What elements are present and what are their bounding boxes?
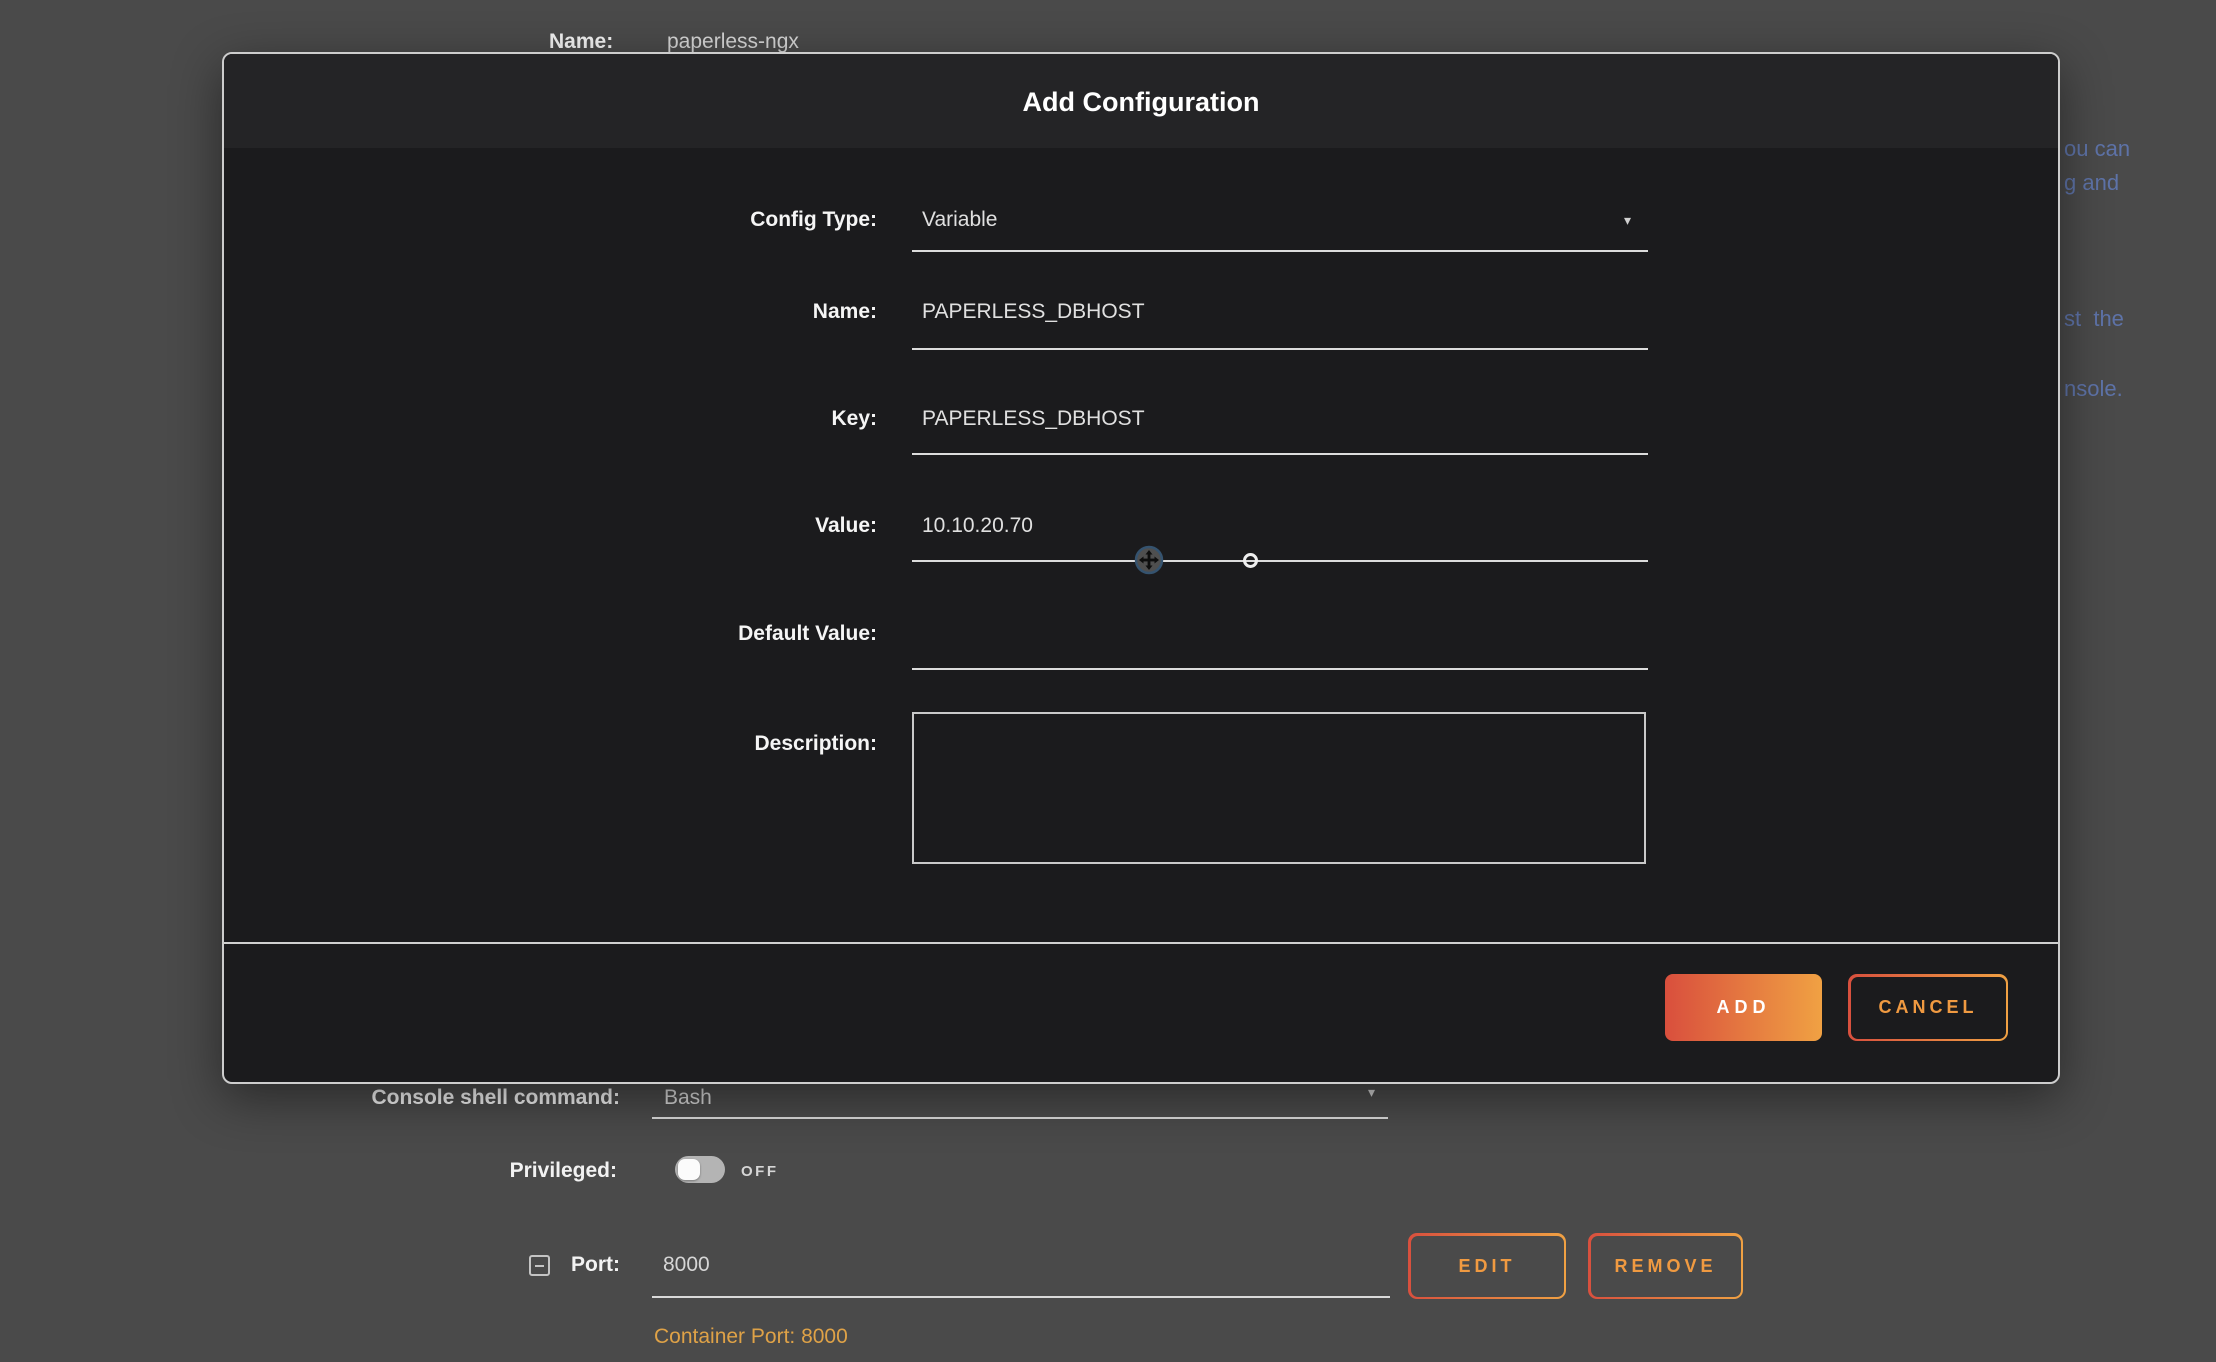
cancel-button[interactable]: CANCEL [1848,974,2008,1041]
privileged-toggle[interactable] [675,1156,725,1183]
config-type-select[interactable]: Variable [922,208,1522,234]
remove-button-label: REMOVE [1591,1236,1741,1297]
clipped-help-text: nsole. [2064,376,2123,402]
description-label: Description: [477,732,877,756]
background-name-label: Name: [549,30,613,54]
clipped-help-text: g and [2064,170,2119,196]
default-value-label: Default Value: [477,622,877,646]
name-underline [912,348,1648,350]
cursor-click-dot-icon [1243,553,1258,568]
name-label: Name: [477,300,877,324]
name-row: Name: PAPERLESS_DBHOST [224,300,2058,330]
key-input[interactable]: PAPERLESS_DBHOST [922,407,1522,433]
port-input[interactable]: 8000 [663,1253,710,1277]
description-textarea[interactable] [912,712,1646,864]
toggle-knob [678,1159,700,1180]
name-input[interactable]: PAPERLESS_DBHOST [922,300,1522,326]
value-underline [912,560,1648,562]
remove-button[interactable]: REMOVE [1588,1233,1743,1299]
config-type-underline [912,250,1648,252]
chevron-down-icon[interactable]: ▾ [1368,1084,1375,1101]
default-value-row: Default Value: [224,622,2058,652]
privileged-label: Privileged: [220,1159,617,1183]
modal-title: Add Configuration [224,54,2058,148]
config-type-label: Config Type: [477,208,877,232]
add-button[interactable]: ADD [1665,974,1822,1041]
modal-footer-divider [224,942,2058,944]
console-shell-command-label: Console shell command: [220,1086,620,1110]
key-label: Key: [477,407,877,431]
clipped-help-text: ou can [2064,136,2130,162]
chevron-down-icon[interactable]: ▾ [1624,212,1631,229]
modal-header: Add Configuration [224,54,2058,148]
port-field-underline [652,1296,1390,1298]
key-row: Key: PAPERLESS_DBHOST [224,407,2058,437]
clipped-help-text: st the [2064,306,2124,332]
add-configuration-modal: Add Configuration Config Type: Variable … [222,52,2060,1084]
config-type-row: Config Type: Variable [224,208,2058,238]
cancel-button-label: CANCEL [1851,977,2006,1039]
edit-button[interactable]: EDIT [1408,1233,1566,1299]
default-value-input[interactable] [922,622,1522,648]
privileged-state-text: OFF [741,1163,779,1180]
move-cursor-icon [1134,545,1164,575]
container-port-text: Container Port: 8000 [654,1325,848,1349]
value-row: Value: 10.10.20.70 [224,514,2058,544]
port-label: Port: [420,1253,620,1277]
edit-button-label: EDIT [1411,1236,1564,1297]
key-underline [912,453,1648,455]
background-name-value[interactable]: paperless-ngx [667,30,799,54]
value-label: Value: [477,514,877,538]
console-shell-command-select[interactable]: Bash [664,1086,712,1110]
console-field-underline [652,1117,1388,1119]
default-value-underline [912,668,1648,670]
value-input[interactable]: 10.10.20.70 [922,514,1522,540]
